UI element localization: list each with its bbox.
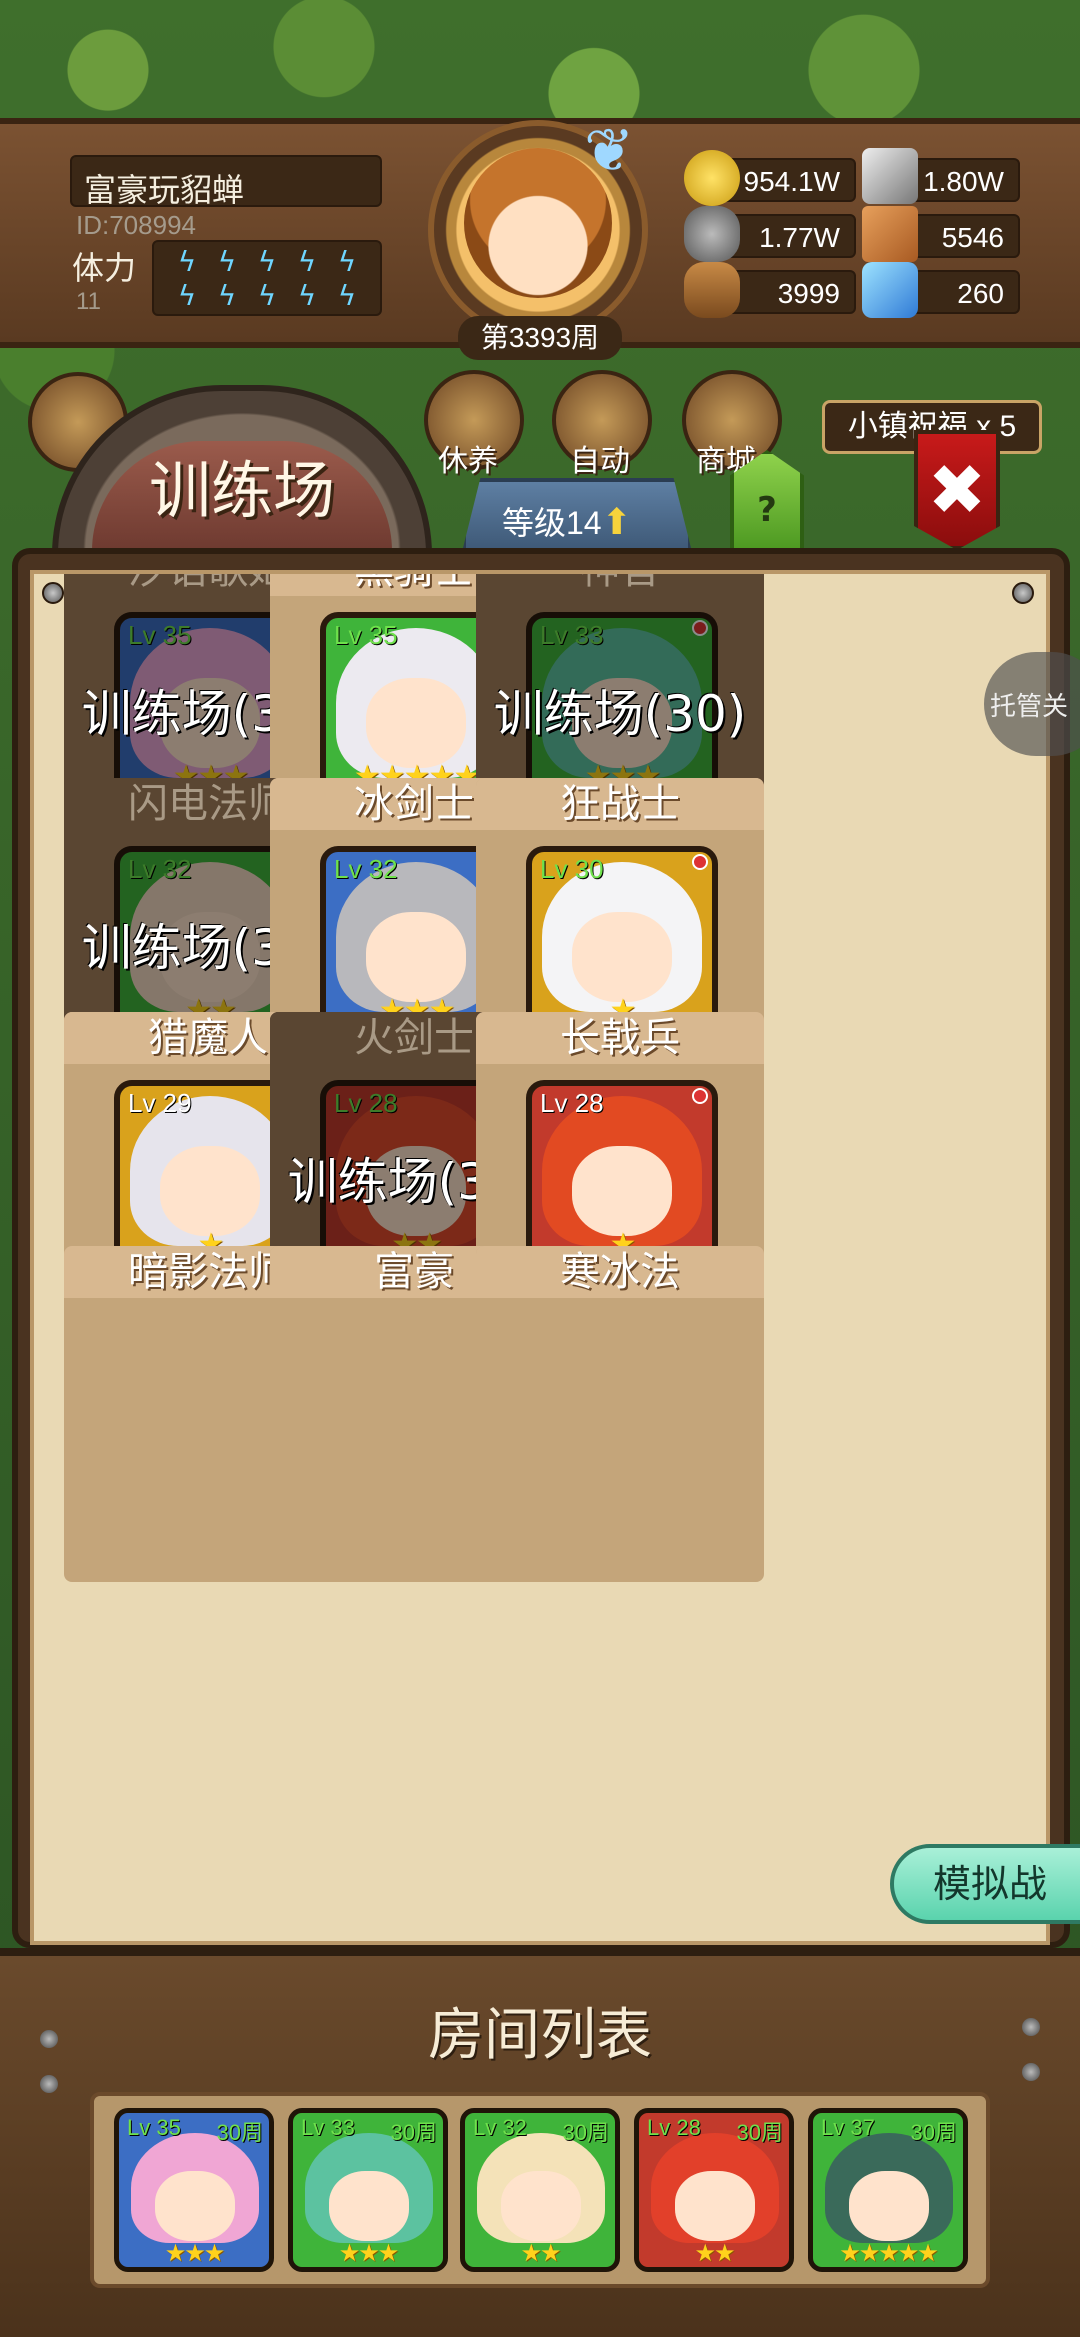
rivet-icon [1022, 2063, 1040, 2081]
hero-face [160, 1146, 260, 1236]
simulate-battle-button[interactable]: 模拟战 [890, 1844, 1080, 1924]
room-slot[interactable]: Lv 33 30周 ★★★ [288, 2108, 448, 2272]
stamina-bolt-icon: ϟ [217, 245, 237, 278]
hero-level: Lv 35 [334, 620, 398, 650]
stamina-bolt-icon: ϟ [257, 245, 277, 278]
hero-face [366, 678, 466, 768]
hero-face [572, 912, 672, 1002]
hero-portrait: Lv 30 ★ [526, 846, 718, 1038]
hero-portrait: Lv 28 ★ [526, 1080, 718, 1272]
level-up-arrow-icon: ⬆ [601, 501, 632, 542]
hero-level: Lv 33 [540, 620, 604, 650]
level-tab[interactable]: 等级14⬆ [462, 478, 692, 552]
room-hero-level: Lv 28 [647, 2115, 701, 2140]
notification-dot-icon [692, 854, 708, 870]
hero-name: 狂战士 [476, 778, 764, 830]
stamina-bolt-icon: ϟ [177, 279, 197, 312]
room-slot[interactable]: Lv 37 30周 ★★★★★ [808, 2108, 968, 2272]
room-slot[interactable]: Lv 32 30周 ★★ [460, 2108, 620, 2272]
stamina-bolt-icon: ϟ [177, 245, 197, 278]
hero-face [675, 2171, 755, 2241]
stamina-bolt-icon: ϟ [297, 245, 317, 278]
week-counter: 第3393周 [458, 316, 622, 360]
hero-level: Lv 28 [540, 1088, 604, 1118]
player-avatar[interactable]: ❦ [428, 116, 648, 340]
rest-label[interactable]: 休养 [438, 436, 498, 480]
room-hero-stars: ★★★ [338, 2239, 400, 2267]
room-weeks: 30周 [216, 2120, 263, 2145]
notification-dot-icon [692, 620, 708, 636]
hero-face [366, 912, 466, 1002]
player-id: ID:708994 [76, 210, 196, 240]
map-scroll-icon [862, 206, 918, 262]
stamina-bolt-icon: ϟ [337, 279, 357, 312]
room-weeks: 30周 [390, 2120, 437, 2145]
rivet-icon [42, 582, 64, 604]
hero-level: Lv 32 [128, 854, 192, 884]
close-button[interactable]: ✖ [914, 430, 1000, 550]
stamina-bolt-icon: ϟ [297, 279, 317, 312]
hero-face [329, 2171, 409, 2241]
stamina-bar: ϟϟϟϟϟϟϟϟϟϟ [152, 240, 382, 316]
training-title: 训练场 [148, 454, 335, 527]
iron-ingot-icon [862, 148, 918, 204]
player-name: 富豪玩貂蝉 [70, 155, 382, 208]
hero-name: 寒冰法 [476, 1246, 764, 1298]
room-hero-level: Lv 35 [127, 2115, 181, 2140]
hero-name: 神官 [476, 574, 764, 596]
hero-level: Lv 30 [540, 854, 604, 884]
room-hero-stars: ★★★★★ [839, 2239, 939, 2267]
rivet-icon [40, 2030, 58, 2048]
room-hero-level: Lv 32 [473, 2115, 527, 2140]
level-label: 等级14 [502, 505, 602, 541]
room-hero-stars: ★★ [694, 2239, 735, 2267]
room-list-title: 房间列表 [428, 2003, 652, 2068]
hero-face [155, 2171, 235, 2241]
room-weeks: 30周 [562, 2120, 609, 2145]
rivet-icon [1012, 582, 1034, 604]
hero-face [501, 2171, 581, 2241]
notification-dot-icon [692, 1088, 708, 1104]
room-slot[interactable]: Lv 28 30周 ★★ [634, 2108, 794, 2272]
hero-level: Lv 32 [334, 854, 398, 884]
room-hero-level: Lv 33 [301, 2115, 355, 2140]
hero-grid-panel[interactable]: ★★★★★经验: 55%★★★★★经验: 52%★★★★★经验: 29%训练场(… [30, 570, 1050, 1945]
hero-level: Lv 35 [128, 620, 192, 650]
room-weeks: 30周 [910, 2120, 957, 2145]
auto-label[interactable]: 自动 [570, 436, 630, 480]
room-hero-stars: ★★ [520, 2239, 561, 2267]
stamina-bolt-icon: ϟ [337, 245, 357, 278]
hero-level: Lv 28 [334, 1088, 398, 1118]
auto-manage-toggle[interactable]: 托管关 [984, 652, 1080, 756]
gold-coin-icon [684, 150, 740, 206]
room-slot[interactable]: Lv 35 30周 ★★★ [114, 2108, 274, 2272]
butterfly-icon: ❦ [584, 116, 635, 186]
crystal-icon [862, 262, 918, 318]
rivet-icon [40, 2075, 58, 2093]
hero-card[interactable]: 寒冰法 [476, 1246, 764, 1582]
hero-level: Lv 29 [128, 1088, 192, 1118]
training-status-label: 训练场(30) [493, 685, 747, 743]
room-weeks: 30周 [736, 2120, 783, 2145]
stone-icon [684, 206, 740, 262]
stamina-label: 体力 [72, 250, 137, 286]
hero-face [849, 2171, 929, 2241]
stamina-bolt-icon: ϟ [257, 279, 277, 312]
wood-log-icon [684, 262, 740, 318]
stamina-bolt-icon: ϟ [217, 279, 237, 312]
hero-name: 长戟兵 [476, 1012, 764, 1064]
stamina-value: 11 [76, 288, 101, 315]
hero-face [572, 1146, 672, 1236]
rivet-icon [1022, 2018, 1040, 2036]
room-hero-stars: ★★★ [164, 2239, 226, 2267]
room-hero-level: Lv 37 [821, 2115, 875, 2140]
